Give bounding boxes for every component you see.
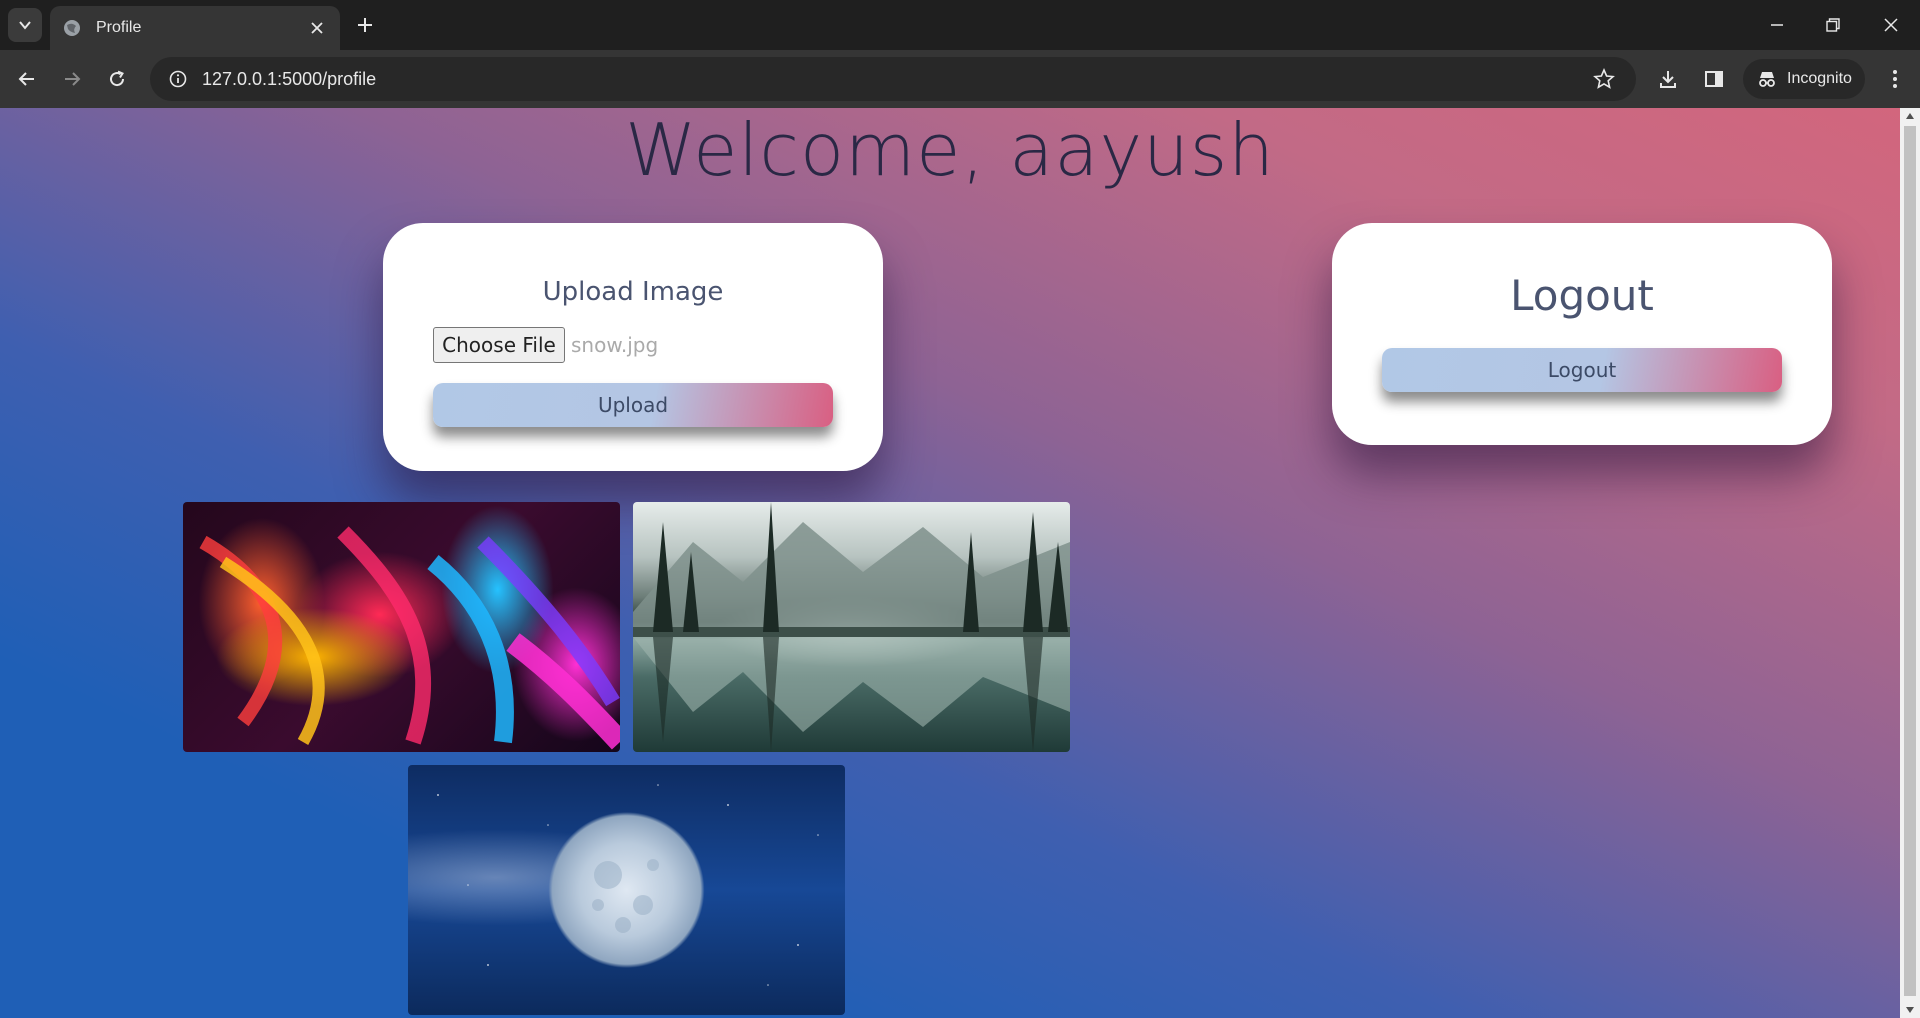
minimize-icon (1771, 24, 1783, 26)
close-icon (1884, 18, 1898, 32)
minimize-button[interactable] (1762, 10, 1792, 40)
mountain-lake-image (633, 502, 1070, 752)
abstract-fluid-art-image (183, 502, 620, 752)
tab-strip: Profile (0, 0, 1920, 50)
arrow-left-icon (18, 72, 34, 86)
side-panel-button[interactable] (1699, 64, 1729, 94)
upload-button[interactable]: Upload (433, 383, 833, 427)
more-vert-icon (1893, 70, 1897, 88)
selected-file-name: snow.jpg (571, 333, 659, 357)
back-button[interactable] (12, 64, 42, 94)
incognito-icon (1759, 72, 1775, 87)
restore-button[interactable] (1818, 10, 1848, 40)
site-info-icon[interactable] (156, 57, 200, 101)
choose-file-button[interactable]: Choose File (433, 327, 565, 363)
scroll-down-arrow-icon[interactable] (1900, 1002, 1920, 1018)
file-input[interactable]: Choose File snow.jpg (433, 327, 883, 363)
vertical-scrollbar[interactable] (1900, 108, 1920, 1018)
reload-icon (110, 70, 125, 87)
logout-button[interactable]: Logout (1382, 348, 1782, 392)
globe-icon (62, 18, 82, 38)
reload-button[interactable] (102, 64, 132, 94)
restore-icon (1826, 18, 1840, 32)
side-panel-icon (1705, 71, 1723, 87)
scroll-up-arrow-icon[interactable] (1900, 108, 1920, 124)
upload-heading: Upload Image (542, 277, 724, 307)
arrow-right-icon (65, 72, 81, 86)
browser-toolbar: 127.0.0.1:5000/profile Incognito (0, 50, 1920, 108)
upload-card: Upload Image Choose File snow.jpg Upload (383, 223, 883, 471)
incognito-label: Incognito (1787, 70, 1852, 87)
plus-icon (358, 18, 372, 32)
address-bar[interactable]: 127.0.0.1:5000/profile (150, 57, 1636, 101)
url-text[interactable]: 127.0.0.1:5000/profile (202, 69, 1584, 90)
close-window-button[interactable] (1876, 10, 1906, 40)
logout-heading: Logout (1510, 271, 1654, 320)
new-tab-button[interactable] (352, 12, 378, 38)
moon-image (408, 765, 845, 1015)
tab-profile[interactable]: Profile (50, 6, 340, 50)
logout-card: Logout Logout (1332, 223, 1832, 445)
page-viewport: Welcome, aayush Upload Image Choose File… (0, 108, 1900, 1018)
download-icon (1660, 71, 1676, 88)
tab-title: Profile (96, 19, 142, 36)
forward-button[interactable] (57, 64, 87, 94)
close-tab-icon[interactable] (306, 17, 328, 39)
incognito-indicator[interactable]: Incognito (1743, 59, 1865, 99)
downloads-button[interactable] (1653, 64, 1683, 94)
bookmark-star-icon[interactable] (1584, 59, 1624, 99)
welcome-heading: Welcome, aayush (625, 108, 1275, 192)
browser-menu-button[interactable] (1880, 64, 1910, 94)
tab-search-button[interactable] (8, 8, 42, 42)
chevron-down-icon (19, 21, 31, 30)
scrollbar-thumb[interactable] (1904, 126, 1916, 996)
